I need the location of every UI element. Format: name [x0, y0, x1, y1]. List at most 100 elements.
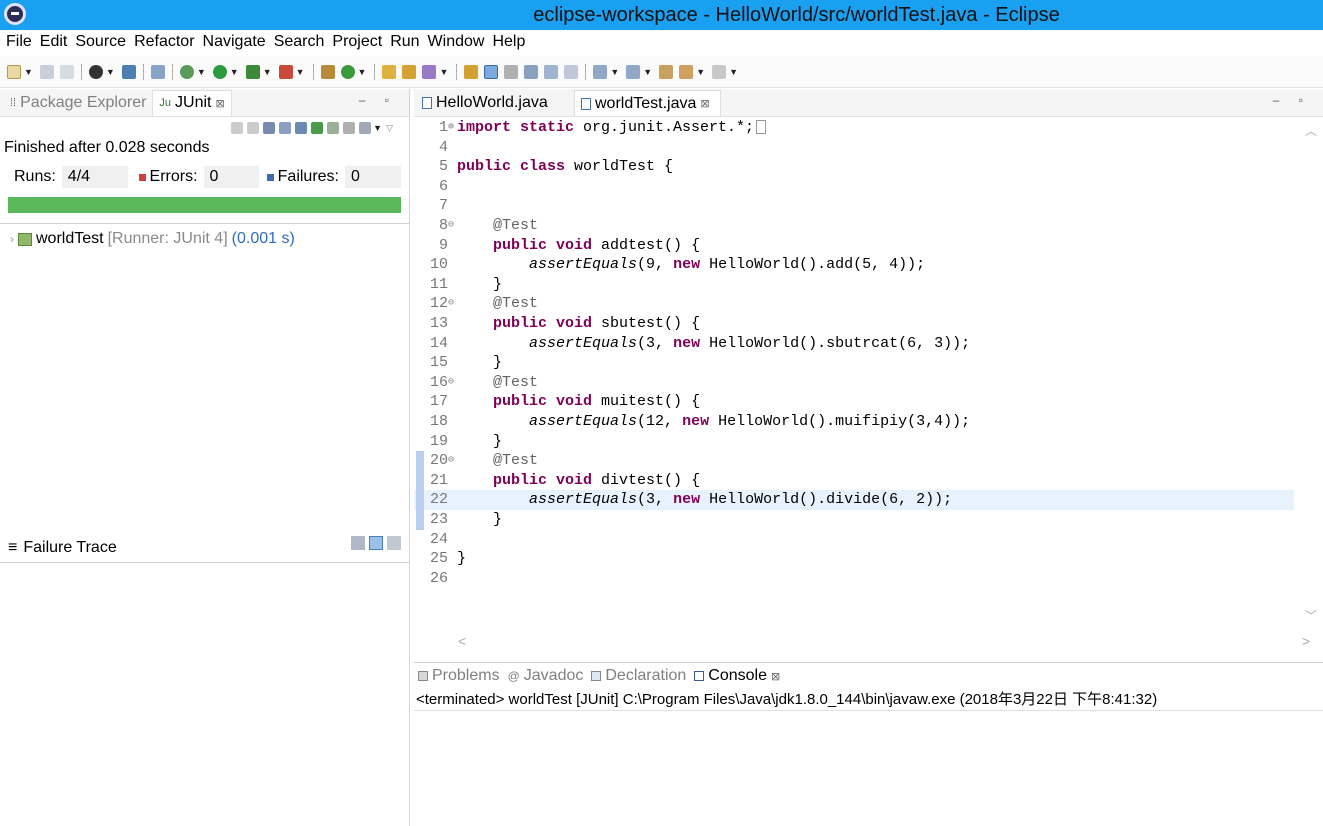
test-tree-item[interactable]: › worldTest [Runner: JUnit 4] (0.001 s): [0, 228, 409, 250]
run-icon[interactable]: [212, 64, 227, 79]
tab-helloworld-java[interactable]: HelloWorld.java: [416, 90, 574, 116]
scroll-right-icon[interactable]: >: [1302, 633, 1310, 649]
code-text-area[interactable]: 1 ⊕ import static org.junit.Assert.*; 4 5 pub…: [414, 118, 1323, 628]
scroll-left-icon[interactable]: <: [458, 633, 466, 649]
code-line[interactable]: 11 }: [414, 275, 1294, 295]
back-icon[interactable]: [679, 64, 694, 79]
horizontal-scrollbar[interactable]: < >: [458, 633, 1318, 651]
external-tools-icon[interactable]: [278, 64, 293, 79]
paragraph-icon[interactable]: [564, 64, 579, 79]
folded-imports-icon[interactable]: [756, 120, 767, 135]
chevron-down-icon[interactable]: ▼: [230, 67, 239, 77]
new-class-icon[interactable]: [340, 64, 355, 79]
tab-problems[interactable]: Problems: [416, 664, 506, 688]
prev-failure-icon[interactable]: [247, 122, 260, 134]
coverage-icon[interactable]: [245, 64, 260, 79]
scroll-lock-icon[interactable]: [279, 122, 292, 134]
tab-declaration[interactable]: Declaration: [589, 664, 692, 688]
menu-navigate[interactable]: Navigate: [203, 33, 266, 51]
chevron-down-icon[interactable]: ▼: [296, 67, 305, 77]
code-line[interactable]: 8 ⊖ @Test: [414, 216, 1294, 236]
pin-icon[interactable]: [464, 64, 479, 79]
block-selection-icon[interactable]: [504, 64, 519, 79]
minimize-maximize-icon[interactable]: ‒ ▫: [1273, 93, 1311, 107]
new-package-icon[interactable]: [320, 64, 335, 79]
chevron-down-icon[interactable]: ▼: [610, 67, 619, 77]
chevron-down-icon[interactable]: ▼: [263, 67, 272, 77]
menu-run[interactable]: Run: [390, 33, 419, 51]
code-line[interactable]: 24: [414, 530, 1294, 550]
chevron-down-icon[interactable]: ▼: [197, 67, 206, 77]
compare-icon[interactable]: [351, 536, 365, 550]
forward-icon[interactable]: [712, 64, 727, 79]
debug-icon[interactable]: [179, 64, 194, 79]
chevron-down-icon[interactable]: ▼: [24, 67, 33, 77]
code-line[interactable]: 23 }: [414, 510, 1294, 530]
chevron-down-icon[interactable]: ▼: [439, 67, 448, 77]
code-line[interactable]: 7: [414, 196, 1294, 216]
menu-refactor[interactable]: Refactor: [134, 33, 194, 51]
menu-window[interactable]: Window: [428, 33, 485, 51]
tab-junit[interactable]: Ju JUnit ⊠: [152, 89, 232, 116]
collapse-icon[interactable]: ⊖: [448, 451, 456, 471]
chevron-down-icon[interactable]: ▼: [643, 67, 652, 77]
highlight-icon[interactable]: [484, 64, 499, 79]
code-line[interactable]: 4: [414, 138, 1294, 158]
code-line[interactable]: 26: [414, 569, 1294, 589]
next-failure-icon[interactable]: [231, 122, 244, 134]
rerun-icon[interactable]: [311, 122, 324, 134]
next-annotation-icon[interactable]: [593, 64, 608, 79]
code-line[interactable]: 17 public void muitest() {: [414, 392, 1294, 412]
test-history-icon[interactable]: [359, 122, 372, 134]
code-line[interactable]: 13 public void sbutest() {: [414, 314, 1294, 334]
code-line[interactable]: 5 public class worldTest {: [414, 157, 1294, 177]
scroll-up-icon[interactable]: ︿: [1305, 122, 1317, 139]
menu-help[interactable]: Help: [492, 33, 525, 51]
chevron-down-icon[interactable]: ▼: [358, 67, 367, 77]
menu-search[interactable]: Search: [274, 33, 325, 51]
menu-edit[interactable]: Edit: [40, 33, 68, 51]
open-folder-icon[interactable]: [402, 64, 417, 79]
menu-file[interactable]: File: [6, 33, 32, 51]
terminal-icon[interactable]: [121, 64, 136, 79]
show-failures-only-icon[interactable]: [263, 122, 276, 134]
code-line[interactable]: 22 assertEquals(3, new HelloWorld().divi…: [414, 490, 1294, 510]
tab-console[interactable]: Console ⊠: [692, 664, 787, 688]
circle-icon[interactable]: [88, 64, 103, 79]
rerun-failed-icon[interactable]: [327, 122, 340, 134]
copy-trace-icon[interactable]: [387, 536, 401, 550]
code-line[interactable]: 16 ⊖ @Test: [414, 373, 1294, 393]
history-icon[interactable]: [295, 122, 308, 134]
close-icon[interactable]: ⊠: [771, 670, 780, 683]
code-line[interactable]: 20 ⊖ @Test: [414, 451, 1294, 471]
code-line[interactable]: 6: [414, 177, 1294, 197]
code-line[interactable]: 19 }: [414, 432, 1294, 452]
view-menu-icon[interactable]: ▽: [386, 123, 393, 134]
last-edit-icon[interactable]: [659, 64, 674, 79]
word-wrap-icon[interactable]: [544, 64, 559, 79]
tab-worldtest-java[interactable]: worldTest.java ⊠: [574, 90, 721, 116]
tab-package-explorer[interactable]: ⁞⁞ Package Explorer: [4, 90, 152, 116]
chevron-down-icon[interactable]: ▼: [696, 67, 705, 77]
code-line[interactable]: 14 assertEquals(3, new HelloWorld().sbut…: [414, 334, 1294, 354]
collapse-icon[interactable]: ⊖: [448, 294, 456, 314]
code-line[interactable]: 21 public void divtest() {: [414, 471, 1294, 491]
save-icon[interactable]: [39, 64, 54, 79]
close-icon[interactable]: ⊠: [216, 97, 225, 110]
vertical-scrollbar[interactable]: ︿ ﹀: [1297, 118, 1323, 628]
code-line[interactable]: 18 assertEquals(12, new HelloWorld().mui…: [414, 412, 1294, 432]
code-line[interactable]: 9 public void addtest() {: [414, 236, 1294, 256]
tab-javadoc[interactable]: @ Javadoc: [506, 664, 590, 688]
show-whitespace-icon[interactable]: [524, 64, 539, 79]
menu-project[interactable]: Project: [332, 33, 382, 51]
expand-icon[interactable]: ⊕: [448, 118, 456, 138]
open-type-icon[interactable]: [382, 64, 397, 79]
search-icon[interactable]: [422, 64, 437, 79]
code-line[interactable]: 10 assertEquals(9, new HelloWorld().add(…: [414, 255, 1294, 275]
code-line[interactable]: 15 }: [414, 353, 1294, 373]
chevron-down-icon[interactable]: ▼: [729, 67, 738, 77]
new-icon[interactable]: [7, 64, 21, 79]
chevron-down-icon[interactable]: ▼: [373, 123, 382, 133]
chevron-down-icon[interactable]: ▼: [106, 67, 115, 77]
stop-icon[interactable]: [343, 122, 356, 134]
